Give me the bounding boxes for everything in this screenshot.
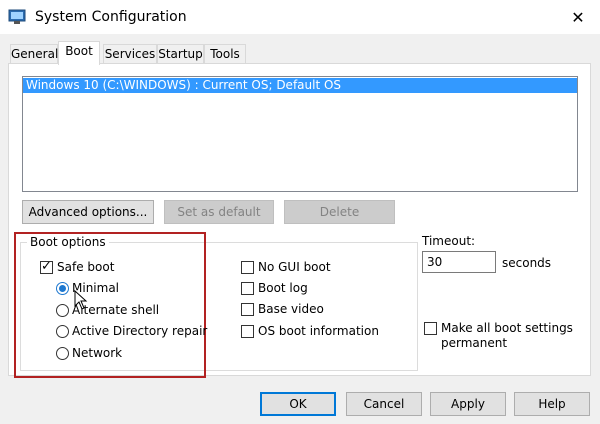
os-boot-information-checkbox[interactable] xyxy=(241,325,254,338)
close-icon: ✕ xyxy=(571,7,585,27)
delete-button[interactable]: Delete xyxy=(284,200,395,224)
tab-startup[interactable]: Startup xyxy=(157,44,204,63)
alternate-shell-radio[interactable] xyxy=(56,304,69,317)
safe-boot-label[interactable]: Safe boot xyxy=(57,260,114,275)
cancel-button[interactable]: Cancel xyxy=(346,392,422,416)
timeout-unit-label: seconds xyxy=(502,256,552,270)
close-button[interactable]: ✕ xyxy=(558,2,598,32)
set-as-default-button[interactable]: Set as default xyxy=(164,200,274,224)
os-list[interactable] xyxy=(22,76,578,192)
tab-general[interactable]: General xyxy=(10,44,58,63)
system-configuration-icon xyxy=(8,9,26,25)
help-button[interactable]: Help xyxy=(514,392,590,416)
apply-button[interactable]: Apply xyxy=(430,392,506,416)
make-permanent-label-line1[interactable]: Make all boot settings xyxy=(441,321,573,336)
safe-boot-checkbox[interactable] xyxy=(40,259,53,274)
make-permanent-checkbox[interactable] xyxy=(424,322,437,335)
window-title: System Configuration xyxy=(35,9,187,25)
no-gui-boot-label[interactable]: No GUI boot xyxy=(258,260,331,275)
make-permanent-label-line2[interactable]: permanent xyxy=(441,336,507,351)
minimal-radio[interactable] xyxy=(56,282,69,295)
os-list-item[interactable]: Windows 10 (C:\WINDOWS) : Current OS; De… xyxy=(23,78,577,93)
base-video-label[interactable]: Base video xyxy=(258,302,324,317)
advanced-options-button[interactable]: Advanced options... xyxy=(22,200,154,224)
network-label[interactable]: Network xyxy=(72,346,122,361)
tab-boot[interactable]: Boot xyxy=(58,41,100,65)
tab-services[interactable]: Services xyxy=(103,44,157,63)
timeout-label: Timeout: xyxy=(422,234,476,248)
network-radio[interactable] xyxy=(56,347,69,360)
no-gui-boot-checkbox[interactable] xyxy=(241,261,254,274)
active-directory-repair-radio[interactable] xyxy=(56,325,69,338)
boot-log-label[interactable]: Boot log xyxy=(258,281,308,296)
active-directory-repair-label[interactable]: Active Directory repair xyxy=(72,324,207,339)
boot-log-checkbox[interactable] xyxy=(241,282,254,295)
timeout-input[interactable]: 30 xyxy=(422,251,496,273)
base-video-checkbox[interactable] xyxy=(241,303,254,316)
os-boot-information-label[interactable]: OS boot information xyxy=(258,324,379,339)
ok-button[interactable]: OK xyxy=(260,392,336,416)
tab-tools[interactable]: Tools xyxy=(204,44,246,63)
mouse-cursor-icon xyxy=(74,289,88,310)
